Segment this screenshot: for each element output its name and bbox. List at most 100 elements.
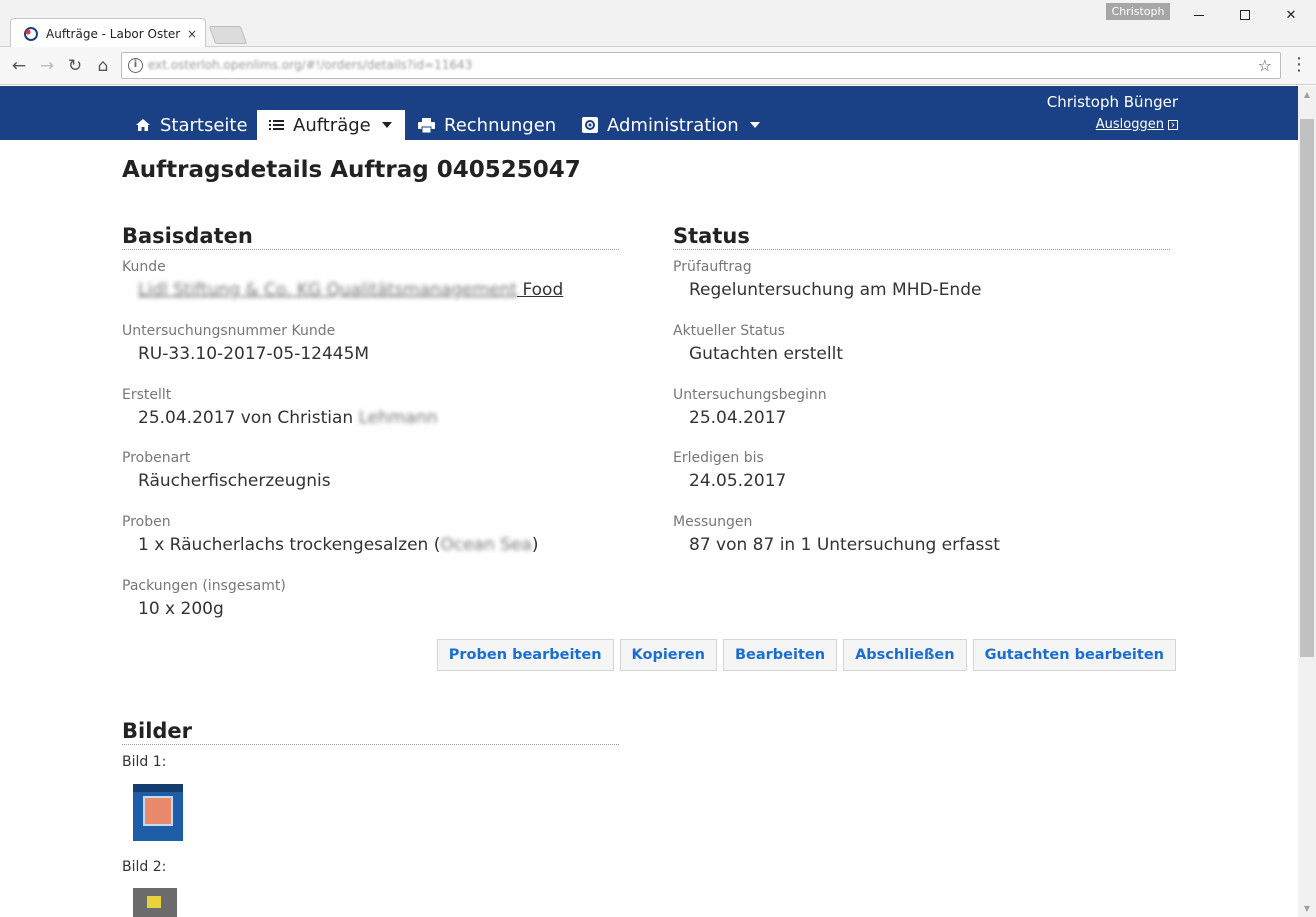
nav-auftraege-label: Aufträge [293,114,371,136]
field-pruefauftrag: Prüfauftrag Regeluntersuchung am MHD-End… [673,259,981,300]
new-tab-button[interactable] [208,26,248,44]
proben-blurred: Ocean Sea [440,535,532,555]
scroll-down-icon[interactable]: ▼ [1298,900,1316,917]
maximize-button[interactable] [1222,0,1268,30]
field-messungen: Messungen 87 von 87 in 1 Untersuchung er… [673,514,1000,555]
bild1-thumbnail[interactable] [133,784,183,841]
scrollbar-thumb[interactable] [1300,119,1314,657]
reload-icon: ↻ [67,56,83,76]
basisdaten-heading: Basisdaten [122,224,619,250]
bild2-label-wrap: Bild 2: [122,859,166,875]
aktueller-status-label: Aktueller Status [673,323,785,339]
nav-rechnungen[interactable]: Rechnungen [406,110,568,140]
erstellt-text: 25.04.2017 von Christian [138,408,354,428]
browser-menu-icon[interactable]: ⋮ [1290,55,1308,77]
scroll-up-icon[interactable]: ▲ [1298,86,1316,103]
field-aktueller-status: Aktueller Status Gutachten erstellt [673,323,843,364]
list-icon [269,119,284,131]
abschliessen-button[interactable]: Abschließen [843,639,967,671]
bild1-label: Bild 1: [122,754,167,770]
maximize-icon [1240,10,1250,20]
kopieren-button[interactable]: Kopieren [619,639,717,671]
forward-button[interactable]: → [36,55,58,77]
address-bar[interactable]: i ext.osterloh.openlims.org/#!/orders/de… [121,52,1281,79]
messungen-label: Messungen [673,514,753,530]
proben-bearbeiten-button[interactable]: Proben bearbeiten [436,639,614,671]
proben-value: 1 x Räucherlachs trockengesalzen (Ocean … [138,535,538,555]
user-name: Christoph Bünger [1046,93,1178,111]
kunde-value[interactable]: Lidl Stiftung & Co. KG Qualitätsmanageme… [138,280,563,300]
kunde-label: Kunde [122,259,166,275]
basisdaten-section: Basisdaten [122,224,619,250]
nav-administration-label: Administration [607,114,739,136]
field-kunde: Kunde Lidl Stiftung & Co. KG Qualitätsma… [122,259,563,300]
browser-tab[interactable]: Aufträge - Labor Osterloh × [10,18,206,48]
bearbeiten-button[interactable]: Bearbeiten [722,639,838,671]
site-favicon-icon [23,26,39,42]
home-icon: ⌂ [97,56,109,76]
erledigen-label: Erledigen bis [673,450,764,466]
home-icon [135,118,151,132]
status-heading: Status [673,224,1170,250]
erledigen-value: 24.05.2017 [689,471,787,491]
minimize-icon [1194,14,1204,16]
chevron-down-icon [381,122,392,128]
erstellt-value: 25.04.2017 von Christian Lehmann [138,408,438,428]
app-navbar: Startseite Aufträge Rechnungen Administr… [0,86,1298,140]
kunde-link[interactable]: Lidl Stiftung & Co. KG Qualitätsmanageme… [138,280,563,300]
browser-toolbar: ← → ↻ ⌂ i ext.osterloh.openlims.org/#!/o… [0,47,1316,85]
field-packungen: Packungen (insgesamt) 10 x 200g [122,578,286,619]
field-erledigen-bis: Erledigen bis 24.05.2017 [673,450,786,491]
page-scrollbar[interactable]: ▲ ▼ [1298,86,1316,917]
home-button[interactable]: ⌂ [92,55,114,77]
bookmark-star-icon[interactable]: ☆ [1258,56,1272,75]
logout-link[interactable]: Ausloggen › [1096,117,1178,132]
reload-button[interactable]: ↻ [64,55,86,77]
bild2-package-label [147,896,161,908]
tab-close-icon[interactable]: × [187,27,197,41]
untersuchungsbeginn-label: Untersuchungsbeginn [673,387,827,403]
messungen-value: 87 von 87 in 1 Untersuchung erfasst [689,535,1000,555]
field-untersuchungsbeginn: Untersuchungsbeginn 25.04.2017 [673,387,827,428]
nav-startseite-label: Startseite [160,114,248,136]
back-icon: ← [11,56,27,76]
untersuchungsnummer-label: Untersuchungsnummer Kunde [122,323,336,339]
erstellt-blurred: Lehmann [358,408,438,428]
kunde-blurred: Lidl Stiftung & Co. KG Qualitätsmanageme… [138,280,518,300]
nav-rechnungen-label: Rechnungen [444,114,557,136]
proben-text: 1 x Räucherlachs trockengesalzen ( [138,535,441,555]
profile-badge[interactable]: Christoph [1106,3,1170,20]
nav-startseite[interactable]: Startseite [123,110,260,140]
field-untersuchungsnummer: Untersuchungsnummer Kunde RU-33.10-2017-… [122,323,369,364]
chevron-down-icon [749,122,760,128]
window-close-button[interactable]: ✕ [1268,0,1314,30]
logout-icon: › [1168,119,1178,130]
back-button[interactable]: ← [8,55,30,77]
bild2-thumbnail[interactable] [133,888,177,917]
kunde-clear: Food [522,280,564,300]
packungen-label: Packungen (insgesamt) [122,578,286,594]
action-buttons: Proben bearbeiten Kopieren Bearbeiten Ab… [436,639,1176,671]
nav-auftraege[interactable]: Aufträge [257,110,405,140]
pruefauftrag-label: Prüfauftrag [673,259,752,275]
aktueller-status-value: Gutachten erstellt [689,344,843,364]
bild2-label: Bild 2: [122,859,167,875]
nav-administration[interactable]: Administration [570,110,772,140]
gutachten-bearbeiten-button[interactable]: Gutachten bearbeiten [972,639,1176,671]
window-close-icon: ✕ [1285,7,1297,23]
forward-icon: → [39,56,55,76]
probenart-value: Räucherfischerzeugnis [138,471,331,491]
proben-text-end: ) [531,535,539,555]
field-probenart: Probenart Räucherfischerzeugnis [122,450,331,491]
bild1-package-top [133,784,183,792]
printer-icon [418,117,435,133]
field-erstellt: Erstellt 25.04.2017 von Christian Lehman… [122,387,438,428]
settings-icon [582,117,598,133]
field-proben: Proben 1 x Räucherlachs trockengesalzen … [122,514,538,555]
erstellt-label: Erstellt [122,387,172,403]
info-icon[interactable]: i [128,58,143,73]
page-title: Auftragsdetails Auftrag 040525047 [122,157,581,183]
minimize-button[interactable] [1176,0,1222,30]
browser-titlebar: Aufträge - Labor Osterloh × Christoph ✕ [0,0,1316,48]
logout-label: Ausloggen [1095,117,1164,132]
